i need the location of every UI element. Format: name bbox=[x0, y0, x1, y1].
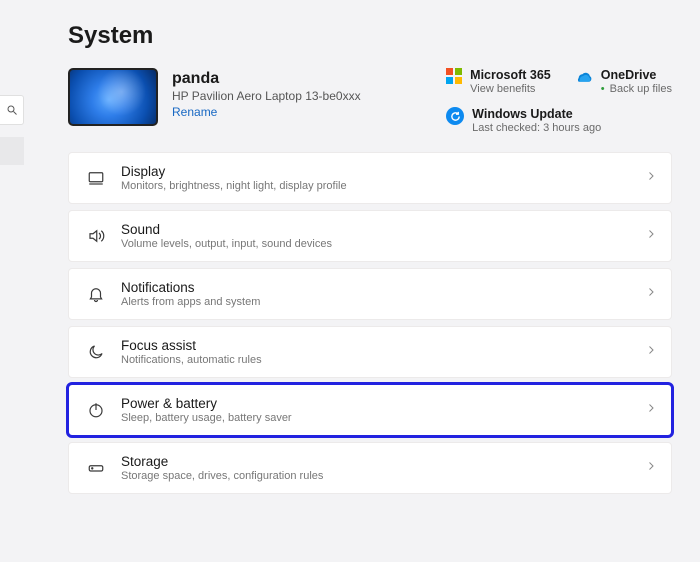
chevron-right-icon bbox=[645, 227, 657, 245]
onedrive-icon bbox=[573, 69, 593, 82]
onedrive-title: OneDrive bbox=[601, 68, 672, 82]
device-card[interactable]: panda HP Pavilion Aero Laptop 13-be0xxx … bbox=[68, 68, 361, 126]
chevron-right-icon bbox=[645, 169, 657, 187]
quicklink-microsoft-365[interactable]: Microsoft 365 View benefits bbox=[446, 68, 551, 95]
chevron-right-icon bbox=[645, 285, 657, 303]
bell-icon bbox=[83, 285, 109, 303]
quicklink-onedrive[interactable]: OneDrive Back up files bbox=[573, 68, 672, 95]
row-title: Focus assist bbox=[121, 338, 645, 353]
microsoft-365-icon bbox=[446, 68, 462, 84]
row-title: Display bbox=[121, 164, 645, 179]
row-title: Power & battery bbox=[121, 396, 645, 411]
storage-icon bbox=[83, 459, 109, 477]
header-row: panda HP Pavilion Aero Laptop 13-be0xxx … bbox=[68, 68, 672, 134]
sidebar-active-indicator bbox=[0, 137, 24, 165]
row-sound[interactable]: Sound Volume levels, output, input, soun… bbox=[68, 210, 672, 262]
display-icon bbox=[83, 169, 109, 187]
chevron-right-icon bbox=[645, 343, 657, 361]
row-title: Sound bbox=[121, 222, 645, 237]
row-sub: Notifications, automatic rules bbox=[121, 354, 645, 366]
row-power-battery[interactable]: Power & battery Sleep, battery usage, ba… bbox=[68, 384, 672, 436]
search-icon bbox=[6, 104, 18, 116]
device-wallpaper-thumb bbox=[68, 68, 158, 126]
row-sub: Alerts from apps and system bbox=[121, 296, 645, 308]
row-title: Storage bbox=[121, 454, 645, 469]
row-notifications[interactable]: Notifications Alerts from apps and syste… bbox=[68, 268, 672, 320]
ms365-sub: View benefits bbox=[470, 83, 551, 95]
winupdate-title: Windows Update bbox=[472, 107, 601, 121]
ms365-title: Microsoft 365 bbox=[470, 68, 551, 82]
chevron-right-icon bbox=[645, 459, 657, 477]
row-storage[interactable]: Storage Storage space, drives, configura… bbox=[68, 442, 672, 494]
device-info: panda HP Pavilion Aero Laptop 13-be0xxx … bbox=[172, 68, 361, 121]
windows-update-icon bbox=[446, 107, 464, 125]
power-icon bbox=[83, 401, 109, 419]
settings-list: Display Monitors, brightness, night ligh… bbox=[68, 152, 672, 494]
quicklinks: Microsoft 365 View benefits OneDrive Bac… bbox=[446, 68, 672, 134]
system-settings-content: System panda HP Pavilion Aero Laptop 13-… bbox=[0, 0, 700, 494]
page-title: System bbox=[68, 22, 672, 50]
moon-icon bbox=[83, 343, 109, 361]
device-model: HP Pavilion Aero Laptop 13-be0xxx bbox=[172, 89, 361, 103]
quicklink-windows-update[interactable]: Windows Update Last checked: 3 hours ago bbox=[446, 107, 672, 134]
row-sub: Volume levels, output, input, sound devi… bbox=[121, 238, 645, 250]
row-display[interactable]: Display Monitors, brightness, night ligh… bbox=[68, 152, 672, 204]
row-sub: Storage space, drives, configuration rul… bbox=[121, 470, 645, 482]
row-title: Notifications bbox=[121, 280, 645, 295]
row-focus-assist[interactable]: Focus assist Notifications, automatic ru… bbox=[68, 326, 672, 378]
row-sub: Monitors, brightness, night light, displ… bbox=[121, 180, 645, 192]
search-button[interactable] bbox=[0, 95, 24, 125]
rename-link[interactable]: Rename bbox=[172, 105, 217, 119]
row-sub: Sleep, battery usage, battery saver bbox=[121, 412, 645, 424]
onedrive-sub: Back up files bbox=[601, 83, 672, 95]
device-name: panda bbox=[172, 70, 361, 88]
winupdate-sub: Last checked: 3 hours ago bbox=[472, 122, 601, 134]
chevron-right-icon bbox=[645, 401, 657, 419]
sound-icon bbox=[83, 227, 109, 245]
